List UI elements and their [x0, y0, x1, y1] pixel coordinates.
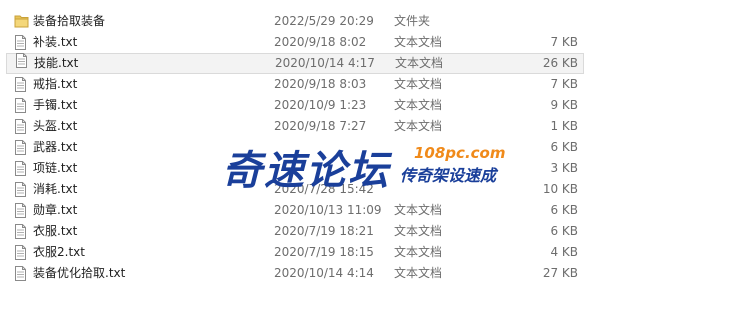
file-modified-date: 2020/7/19 18:21	[274, 224, 374, 238]
text-file-icon	[14, 35, 28, 50]
file-type: 文件夹	[394, 14, 431, 28]
watermark-main-text: 奇速论坛	[222, 148, 390, 194]
file-name: 项链.txt	[33, 161, 78, 175]
file-row[interactable]: 衣服2.txt 2020/7/19 18:15 文本文档 4 KB	[0, 242, 743, 263]
file-size: 6 KB	[550, 224, 578, 238]
text-file-icon	[14, 203, 28, 218]
folder-icon	[14, 14, 29, 29]
file-name: 戒指.txt	[33, 77, 78, 91]
file-size: 10 KB	[542, 182, 578, 196]
file-size: 1 KB	[550, 119, 578, 133]
file-size: 7 KB	[550, 77, 578, 91]
text-file-icon	[14, 161, 28, 176]
file-size: 6 KB	[550, 140, 578, 154]
file-type: 文本文档	[394, 35, 443, 49]
file-name: 衣服2.txt	[33, 245, 85, 259]
file-size: 9 KB	[550, 98, 578, 112]
file-name: 技能.txt	[34, 56, 79, 70]
file-name: 手镯.txt	[33, 98, 78, 112]
file-size: 4 KB	[550, 245, 578, 259]
file-size: 27 KB	[542, 266, 578, 280]
file-modified-date: 2020/7/19 18:15	[274, 245, 374, 259]
file-name: 消耗.txt	[33, 182, 78, 196]
file-name: 勋章.txt	[33, 203, 78, 217]
file-row[interactable]: 衣服.txt 2020/7/19 18:21 文本文档 6 KB	[0, 221, 743, 242]
watermark-sub-text: 传奇架设速成	[400, 166, 497, 185]
file-row[interactable]: 戒指.txt 2020/9/18 8:03 文本文档 7 KB	[0, 74, 743, 95]
text-file-icon	[14, 245, 28, 260]
watermark-domain-text: 108pc.com	[414, 144, 506, 162]
file-modified-date: 2020/10/13 11:09	[274, 203, 382, 217]
file-row[interactable]: 装备拾取装备 2022/5/29 20:29 文件夹	[0, 11, 743, 32]
file-modified-date: 2020/10/14 4:17	[275, 56, 375, 70]
file-type: 文本文档	[394, 77, 443, 91]
file-type: 文本文档	[394, 98, 443, 112]
file-row[interactable]: 装备优化拾取.txt 2020/10/14 4:14 文本文档 27 KB	[0, 263, 743, 284]
file-type: 文本文档	[395, 56, 444, 70]
text-file-icon	[14, 119, 28, 134]
text-file-icon	[14, 224, 28, 239]
file-row[interactable]: 勋章.txt 2020/10/13 11:09 文本文档 6 KB	[0, 200, 743, 221]
file-modified-date: 2022/5/29 20:29	[274, 14, 374, 28]
text-file-icon	[14, 140, 28, 155]
file-name: 头盔.txt	[33, 119, 78, 133]
file-type: 文本文档	[394, 266, 443, 280]
watermark-logo: 奇速论坛 108pc.com 传奇架设速成	[222, 136, 522, 196]
file-name: 衣服.txt	[33, 224, 78, 238]
file-name: 补装.txt	[33, 35, 78, 49]
file-modified-date: 2020/9/18 8:02	[274, 35, 367, 49]
file-type: 文本文档	[394, 203, 443, 217]
file-row[interactable]: 手镯.txt 2020/10/9 1:23 文本文档 9 KB	[0, 95, 743, 116]
file-name: 装备优化拾取.txt	[33, 266, 126, 280]
file-size: 3 KB	[550, 161, 578, 175]
file-name: 武器.txt	[33, 140, 78, 154]
file-type: 文本文档	[394, 245, 443, 259]
file-size: 6 KB	[550, 203, 578, 217]
text-file-icon	[14, 77, 28, 92]
file-name: 装备拾取装备	[33, 14, 106, 28]
file-size: 26 KB	[542, 56, 578, 70]
text-file-icon	[14, 98, 28, 113]
file-modified-date: 2020/10/9 1:23	[274, 98, 367, 112]
file-type: 文本文档	[394, 224, 443, 238]
file-row[interactable]: 补装.txt 2020/9/18 8:02 文本文档 7 KB	[0, 32, 743, 53]
text-file-icon	[14, 182, 28, 197]
file-size: 7 KB	[550, 35, 578, 49]
file-type: 文本文档	[394, 119, 443, 133]
file-modified-date: 2020/9/18 8:03	[274, 77, 367, 91]
file-row[interactable]: 头盔.txt 2020/9/18 7:27 文本文档 1 KB	[0, 116, 743, 137]
file-row[interactable]: 技能.txt 2020/10/14 4:17 文本文档 26 KB	[6, 53, 584, 74]
text-file-icon	[14, 266, 28, 281]
file-modified-date: 2020/9/18 7:27	[274, 119, 367, 133]
text-file-icon	[15, 53, 29, 68]
file-modified-date: 2020/10/14 4:14	[274, 266, 374, 280]
